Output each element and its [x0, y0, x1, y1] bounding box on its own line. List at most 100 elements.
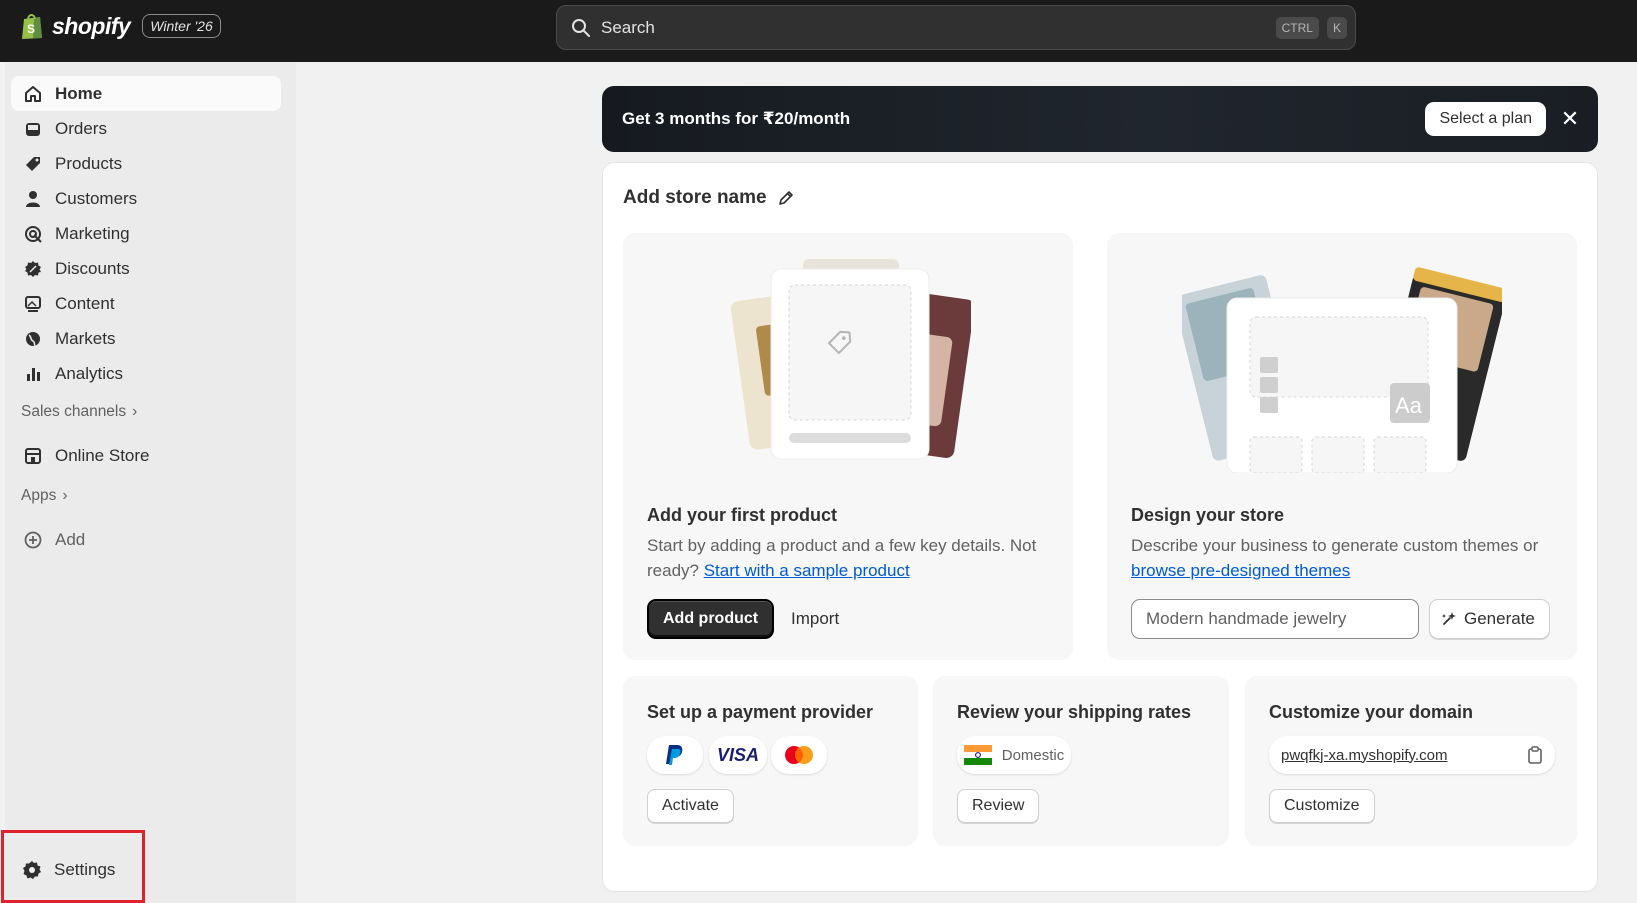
- gear-icon: [23, 860, 41, 879]
- domain-chip: pwqfkj-xa.myshopify.com: [1269, 736, 1555, 774]
- payment-title: Set up a payment provider: [647, 702, 874, 722]
- business-description-input[interactable]: Modern handmade jewelry: [1131, 599, 1419, 639]
- sidebar-item-label: Products: [55, 153, 123, 173]
- sidebar-item-label: Orders: [55, 118, 107, 138]
- first-product-desc: Start by adding a product and a few key …: [647, 533, 1057, 583]
- payment-panel: Set up a payment provider VISA Activate: [623, 676, 918, 846]
- promo-banner: Get 3 months for ₹20/month Select a plan…: [602, 86, 1598, 152]
- sidebar: Home Orders Products Customers Marketing…: [5, 62, 296, 903]
- shipping-title: Review your shipping rates: [957, 702, 1192, 722]
- discount-icon: [25, 260, 41, 277]
- target-icon: [25, 225, 42, 243]
- chevron-right-icon: ›: [132, 403, 138, 420]
- mastercard-logo: [771, 736, 827, 774]
- design-store-desc: Describe your business to generate custo…: [1131, 533, 1561, 583]
- add-label: Add: [55, 529, 86, 549]
- sidebar-item-label: Analytics: [55, 363, 124, 383]
- search-icon: [572, 18, 590, 37]
- bar-chart-icon: [27, 367, 40, 381]
- image-icon: [25, 295, 41, 312]
- domain-title: Customize your domain: [1269, 702, 1474, 722]
- brand-name: shopify: [52, 12, 131, 39]
- magic-icon: [1442, 612, 1456, 625]
- sidebar-item-label: Content: [55, 293, 115, 313]
- sales-channels-label: Sales channels: [21, 403, 127, 420]
- sidebar-item-discounts[interactable]: Discounts: [11, 251, 281, 286]
- top-bar: S shopify Winter '26 Search CTRL K: [0, 0, 1637, 62]
- theme-illustration: Aa: [1182, 267, 1502, 473]
- svg-text:S: S: [27, 22, 35, 36]
- add-product-button[interactable]: Add product: [647, 599, 775, 639]
- shipping-panel: Review your shipping rates Domestic Revi…: [933, 676, 1229, 846]
- sidebar-item-label: Online Store: [55, 445, 150, 465]
- sidebar-item-products[interactable]: Products: [11, 146, 281, 181]
- plus-circle-icon: [24, 531, 42, 548]
- sidebar-item-content[interactable]: Content: [11, 286, 281, 321]
- svg-text:Aa: Aa: [1395, 393, 1423, 418]
- sales-channels-heading[interactable]: Sales channels ›: [21, 403, 137, 421]
- india-flag-icon: [963, 745, 992, 765]
- store-icon: [25, 447, 41, 464]
- settings-label: Settings: [54, 859, 116, 879]
- apps-heading[interactable]: Apps ›: [21, 487, 68, 505]
- browse-themes-link[interactable]: browse pre-designed themes: [1131, 561, 1350, 580]
- shortcut-ctrl: CTRL: [1275, 16, 1319, 39]
- sidebar-item-label: Markets: [55, 328, 116, 348]
- generate-label: Generate: [1464, 609, 1535, 628]
- close-icon[interactable]: ✕: [1560, 108, 1580, 130]
- shopify-bag-icon: S: [22, 14, 42, 39]
- chevron-right-icon: ›: [62, 487, 68, 504]
- shortcut-k: K: [1326, 16, 1347, 39]
- select-plan-button[interactable]: Select a plan: [1425, 102, 1546, 136]
- product-illustration: [731, 259, 971, 460]
- inbox-icon: [26, 122, 40, 136]
- sidebar-item-home[interactable]: Home: [11, 76, 281, 111]
- sidebar-item-analytics[interactable]: Analytics: [11, 356, 281, 391]
- sidebar-item-label: Discounts: [55, 258, 130, 278]
- sidebar-item-label: Marketing: [55, 223, 130, 243]
- sidebar-item-settings[interactable]: Settings: [10, 852, 140, 887]
- apps-label: Apps: [21, 487, 57, 504]
- globe-icon: [26, 331, 40, 346]
- sample-product-link[interactable]: Start with a sample product: [704, 561, 910, 580]
- sidebar-item-markets[interactable]: Markets: [11, 321, 281, 356]
- generate-button[interactable]: Generate: [1429, 599, 1550, 639]
- paypal-icon: [666, 745, 683, 765]
- sidebar-item-online-store[interactable]: Online Store: [11, 438, 281, 473]
- activate-button[interactable]: Activate: [647, 789, 734, 823]
- pencil-icon[interactable]: [777, 189, 795, 207]
- design-store-desc-text: Describe your business to generate custo…: [1131, 536, 1539, 555]
- sidebar-item-label: Home: [55, 83, 103, 103]
- sidebar-item-orders[interactable]: Orders: [11, 111, 281, 146]
- first-product-panel: Add your first product Start by adding a…: [623, 233, 1073, 660]
- domestic-zone-chip: Domestic: [957, 736, 1071, 774]
- sidebar-item-marketing[interactable]: Marketing: [11, 216, 281, 251]
- design-store-title: Design your store: [1131, 505, 1285, 525]
- home-icon: [25, 85, 41, 102]
- shopify-logo[interactable]: S shopify Winter '26: [20, 12, 221, 40]
- settings-highlight: Settings: [1, 830, 145, 903]
- mastercard-icon: [785, 746, 813, 764]
- sidebar-item-customers[interactable]: Customers: [11, 181, 281, 216]
- domain-url[interactable]: pwqfkj-xa.myshopify.com: [1281, 747, 1447, 764]
- store-name-label: Add store name: [623, 187, 767, 208]
- page-scrollbar[interactable]: [1625, 62, 1637, 903]
- search-placeholder: Search: [601, 17, 655, 37]
- sidebar-item-label: Customers: [55, 188, 138, 208]
- tag-icon: [26, 156, 40, 171]
- review-button[interactable]: Review: [957, 789, 1040, 823]
- edition-badge[interactable]: Winter '26: [142, 14, 221, 38]
- import-button[interactable]: Import: [791, 599, 839, 639]
- search-bar[interactable]: Search CTRL K: [556, 5, 1356, 50]
- customize-button[interactable]: Customize: [1269, 789, 1375, 823]
- add-app-button[interactable]: Add: [11, 522, 281, 557]
- domain-panel: Customize your domain pwqfkj-xa.myshopif…: [1245, 676, 1577, 846]
- paypal-logo: [647, 736, 703, 774]
- first-product-title: Add your first product: [647, 505, 837, 525]
- clipboard-icon[interactable]: [1527, 746, 1543, 764]
- promo-text: Get 3 months for ₹20/month: [622, 109, 851, 128]
- store-name-prompt[interactable]: Add store name: [623, 187, 795, 209]
- domestic-label: Domestic: [1001, 746, 1065, 764]
- visa-logo: VISA: [709, 736, 767, 774]
- setup-card: Add store name Add your first product St…: [602, 162, 1598, 892]
